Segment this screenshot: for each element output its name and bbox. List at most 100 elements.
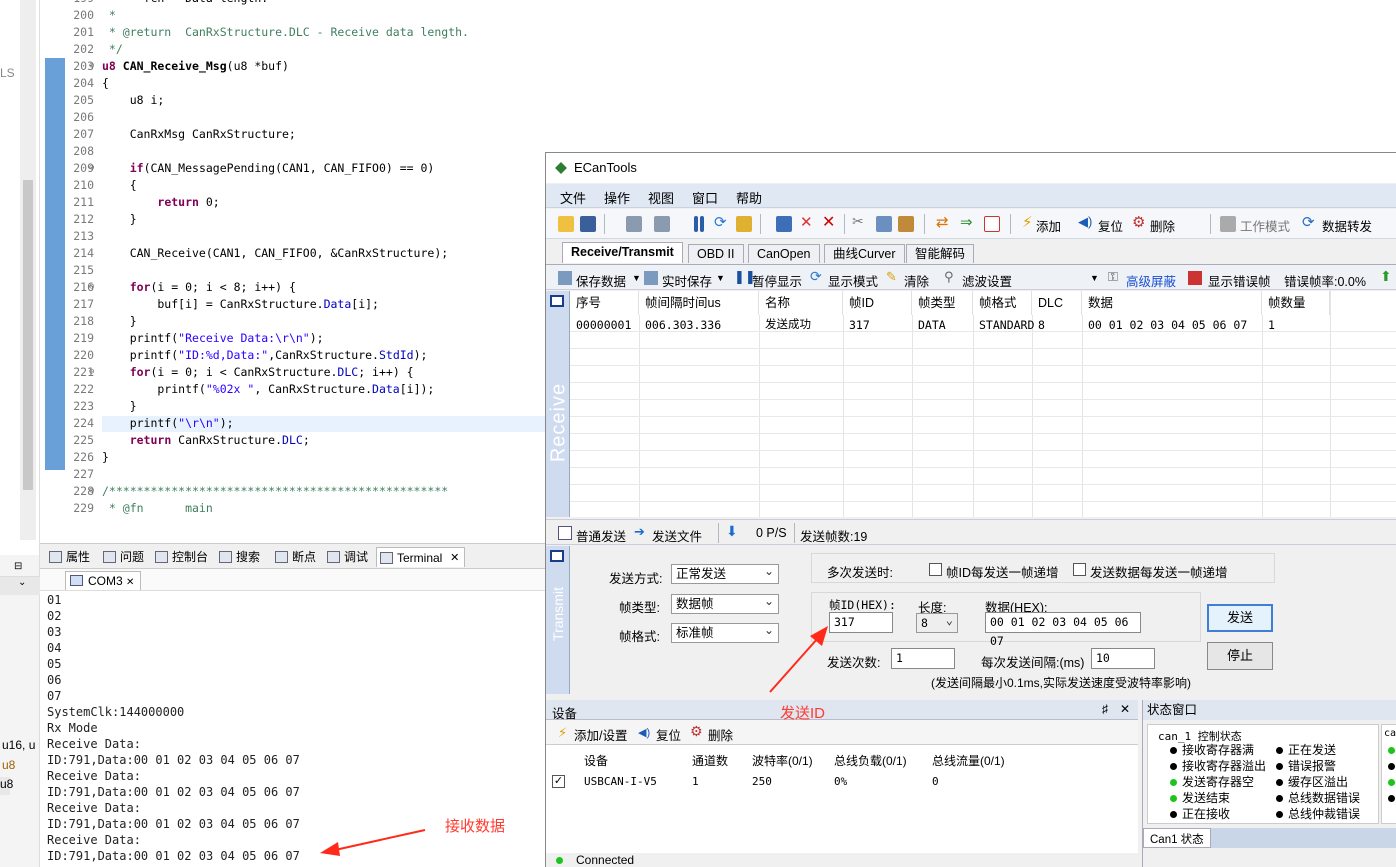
reset-button[interactable]: 复位	[1098, 216, 1123, 235]
swap-icon[interactable]: ⇄	[936, 213, 952, 231]
data-hex-input[interactable]: 00 01 02 03 04 05 06 07	[985, 612, 1141, 648]
tab-obd[interactable]: OBD II	[688, 244, 744, 263]
add-setup-button[interactable]: 添加/设置	[574, 725, 627, 744]
code-line[interactable]: */	[102, 42, 123, 56]
length-select[interactable]: 8	[916, 611, 958, 633]
col-count[interactable]: 帧数量	[1262, 291, 1330, 315]
pin-icon[interactable]: ♯	[1102, 702, 1108, 716]
close-icon[interactable]: ✕	[450, 548, 459, 568]
code-line[interactable]: for(i = 0; i < 8; i++) {	[102, 280, 296, 294]
code-line[interactable]: if(CAN_MessagePending(CAN1, CAN_FIFO0) =…	[102, 161, 435, 175]
code-line[interactable]: }	[102, 314, 137, 328]
code-line[interactable]: }	[102, 399, 137, 413]
tab-can1-state[interactable]: Can1 状态	[1143, 828, 1211, 848]
send-interval-input[interactable]: 10	[1091, 648, 1155, 669]
paste-icon[interactable]	[898, 216, 914, 232]
clean-icon[interactable]	[736, 216, 752, 232]
stop-button[interactable]: 停止	[1207, 642, 1273, 670]
tab-curver[interactable]: 曲线Curver	[824, 244, 905, 263]
save-data-button[interactable]: 保存数据	[576, 271, 626, 290]
code-line[interactable]: printf("%02x ", CanRxStructure.Data[i]);	[102, 382, 434, 396]
device-delete-button[interactable]: 删除	[708, 725, 733, 744]
code-line[interactable]: }	[102, 212, 137, 226]
show-error-frame-button[interactable]: 显示错误帧	[1208, 271, 1271, 290]
device-checkbox[interactable]: ✓	[552, 775, 565, 788]
col-frame-id[interactable]: 帧ID	[843, 291, 912, 315]
save-icon[interactable]	[580, 216, 596, 232]
tab-console[interactable]: 控制台	[152, 547, 208, 567]
code-editor[interactable]: 199 fcn Data length. 200 * 201 * @return C…	[40, 0, 545, 540]
tab-search[interactable]: 搜索	[216, 547, 260, 567]
close-icon[interactable]: ✕	[126, 577, 134, 588]
menu-file[interactable]: 文件	[560, 188, 586, 207]
send-file-button[interactable]: 发送文件	[652, 526, 702, 545]
find-icon[interactable]	[776, 216, 792, 232]
open-folder-icon[interactable]	[558, 216, 574, 232]
code-line[interactable]: CanRxMsg CanRxStructure;	[102, 127, 296, 141]
menu-help[interactable]: 帮助	[736, 188, 762, 207]
clear-button[interactable]: 清除	[904, 271, 929, 290]
menu-operate[interactable]: 操作	[604, 188, 630, 207]
tab-com3[interactable]: COM3 ✕	[65, 571, 142, 590]
down-arrow-icon[interactable]: ⬇	[726, 523, 740, 539]
chevron-down-icon[interactable]: ▼	[632, 273, 641, 283]
fold-toggle-icon[interactable]: ⊖	[89, 367, 94, 377]
code-line[interactable]: u8 CAN_Receive_Msg(u8 *buf)	[102, 59, 289, 73]
code-line[interactable]: CAN_Receive(CAN1, CAN_FIFO0, &CanRxStruc…	[102, 246, 449, 260]
col-dlc[interactable]: DLC	[1032, 291, 1082, 315]
display-mode-button[interactable]: 显示模式	[828, 271, 878, 290]
code-line[interactable]: /***************************************…	[102, 484, 448, 498]
col-name[interactable]: 名称	[759, 291, 843, 315]
device2-icon[interactable]	[654, 216, 670, 232]
tab-breakpoints[interactable]: 断点	[272, 547, 316, 567]
menu-view[interactable]: 视图	[648, 188, 674, 207]
normal-send-button[interactable]: 普通发送	[576, 526, 626, 545]
copy-icon[interactable]	[876, 216, 892, 232]
col-seq[interactable]: 序号	[570, 291, 639, 315]
code-line[interactable]: {	[102, 178, 137, 192]
tools-icon[interactable]: ✕	[800, 213, 816, 231]
menu-window[interactable]: 窗口	[692, 188, 718, 207]
delete-icon[interactable]: ✕	[822, 212, 838, 231]
code-line[interactable]: buf[i] = CanRxStructure.Data[i];	[102, 297, 379, 311]
up-arrow-icon[interactable]: ⬆	[1380, 268, 1394, 284]
tab-receive-transmit[interactable]: Receive/Transmit	[562, 242, 683, 263]
window-icon[interactable]	[984, 216, 1000, 232]
tab-properties[interactable]: 属性	[46, 547, 90, 567]
col-data[interactable]: 数据	[1082, 291, 1262, 315]
fold-toggle-icon[interactable]: ⊖	[89, 282, 94, 292]
chevron-down-icon[interactable]: ▼	[716, 273, 725, 283]
editor-scrollbar[interactable]	[20, 0, 36, 540]
col-frame-format[interactable]: 帧格式	[973, 291, 1032, 315]
fold-toggle-icon[interactable]: ⊖	[89, 163, 94, 173]
code-line[interactable]: for(i = 0; i < CanRxStructure.DLC; i++) …	[102, 365, 414, 379]
refresh-icon[interactable]: ⟳	[714, 213, 730, 231]
code-line[interactable]: fcn Data length.	[102, 0, 269, 5]
code-line[interactable]: return 0;	[102, 195, 219, 209]
connect-icon[interactable]: ⇒	[960, 213, 976, 231]
add-button[interactable]: 添加	[1036, 216, 1061, 235]
code-line[interactable]: * @fn main	[102, 501, 213, 515]
advanced-shield-button[interactable]: 高级屏蔽	[1126, 271, 1176, 290]
close-icon[interactable]: ✕	[1120, 702, 1130, 716]
forward-button[interactable]: 数据转发	[1322, 216, 1372, 235]
code-line[interactable]: }	[102, 450, 109, 464]
table-row[interactable]: ✓ USBCAN-I-V5 1 250 0% 0	[546, 771, 1138, 791]
delete-button[interactable]: 删除	[1150, 216, 1175, 235]
workmode-button[interactable]: 工作模式	[1240, 216, 1290, 235]
code-line[interactable]: printf("ID:%d,Data:",CanRxStructure.StdI…	[102, 348, 428, 362]
fold-toggle-icon[interactable]: ⊖	[89, 486, 94, 496]
tab-problems[interactable]: 问题	[100, 547, 144, 567]
pause-display-button[interactable]: 暂停显示	[752, 271, 802, 290]
code-line[interactable]: {	[102, 76, 109, 90]
code-line[interactable]: printf("\r\n");	[102, 416, 234, 430]
tab-terminal[interactable]: Terminal ✕	[376, 547, 466, 568]
frame-type-select[interactable]: 数据帧	[671, 592, 779, 614]
code-line[interactable]: return CanRxStructure.DLC;	[102, 433, 310, 447]
tab-smart-decode[interactable]: 智能解码	[906, 244, 975, 263]
col-interval[interactable]: 帧间隔时间us	[639, 291, 759, 315]
filter-settings-button[interactable]: 滤波设置	[962, 271, 1012, 290]
cut-icon[interactable]: ✂	[852, 213, 868, 229]
code-line[interactable]: printf("Receive Data:\r\n");	[102, 331, 324, 345]
tab-canopen[interactable]: CanOpen	[748, 244, 820, 263]
